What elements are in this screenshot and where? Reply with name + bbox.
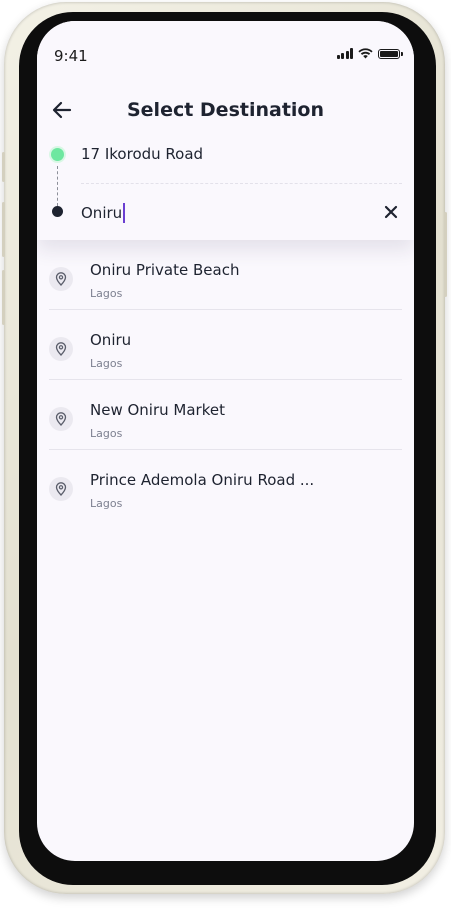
location-pin-icon bbox=[49, 477, 73, 501]
location-pin-icon bbox=[49, 267, 73, 291]
result-name: Oniru Private Beach bbox=[90, 261, 240, 279]
side-button bbox=[2, 152, 5, 182]
origin-field[interactable]: 17 Ikorodu Road bbox=[81, 145, 203, 163]
origin-dot bbox=[51, 148, 64, 161]
destination-dot bbox=[52, 206, 63, 217]
location-pin-icon bbox=[49, 407, 73, 431]
result-item[interactable]: Oniru Private Beach Lagos bbox=[49, 240, 402, 310]
field-divider bbox=[81, 183, 402, 184]
route-header: 9:41 Select Destination 17 Ikorodu Road bbox=[37, 21, 414, 240]
signal-icon bbox=[336, 48, 353, 59]
route-connector bbox=[57, 166, 58, 206]
result-item[interactable]: New Oniru Market Lagos bbox=[49, 380, 402, 450]
result-name: New Oniru Market bbox=[90, 401, 225, 419]
app-screen: 9:41 Select Destination 17 Ikorodu Road bbox=[37, 21, 414, 861]
location-pin-icon bbox=[49, 337, 73, 361]
result-city: Lagos bbox=[90, 497, 123, 510]
close-icon bbox=[384, 205, 398, 219]
result-item[interactable]: Oniru Lagos bbox=[49, 310, 402, 380]
wifi-icon bbox=[358, 48, 373, 59]
result-city: Lagos bbox=[90, 427, 123, 440]
battery-icon bbox=[378, 48, 403, 59]
side-button bbox=[444, 212, 447, 297]
result-name: Prince Ademola Oniru Road ... bbox=[90, 471, 315, 489]
clear-button[interactable] bbox=[381, 202, 401, 222]
status-icons bbox=[336, 48, 403, 59]
side-button bbox=[2, 270, 5, 325]
side-button bbox=[2, 202, 5, 257]
text-caret bbox=[123, 203, 126, 223]
result-city: Lagos bbox=[90, 357, 123, 370]
result-name: Oniru bbox=[90, 331, 132, 349]
result-item[interactable]: Prince Ademola Oniru Road ... Lagos bbox=[49, 450, 402, 520]
result-city: Lagos bbox=[90, 287, 123, 300]
status-time: 9:41 bbox=[54, 47, 88, 65]
page-title: Select Destination bbox=[126, 99, 324, 121]
